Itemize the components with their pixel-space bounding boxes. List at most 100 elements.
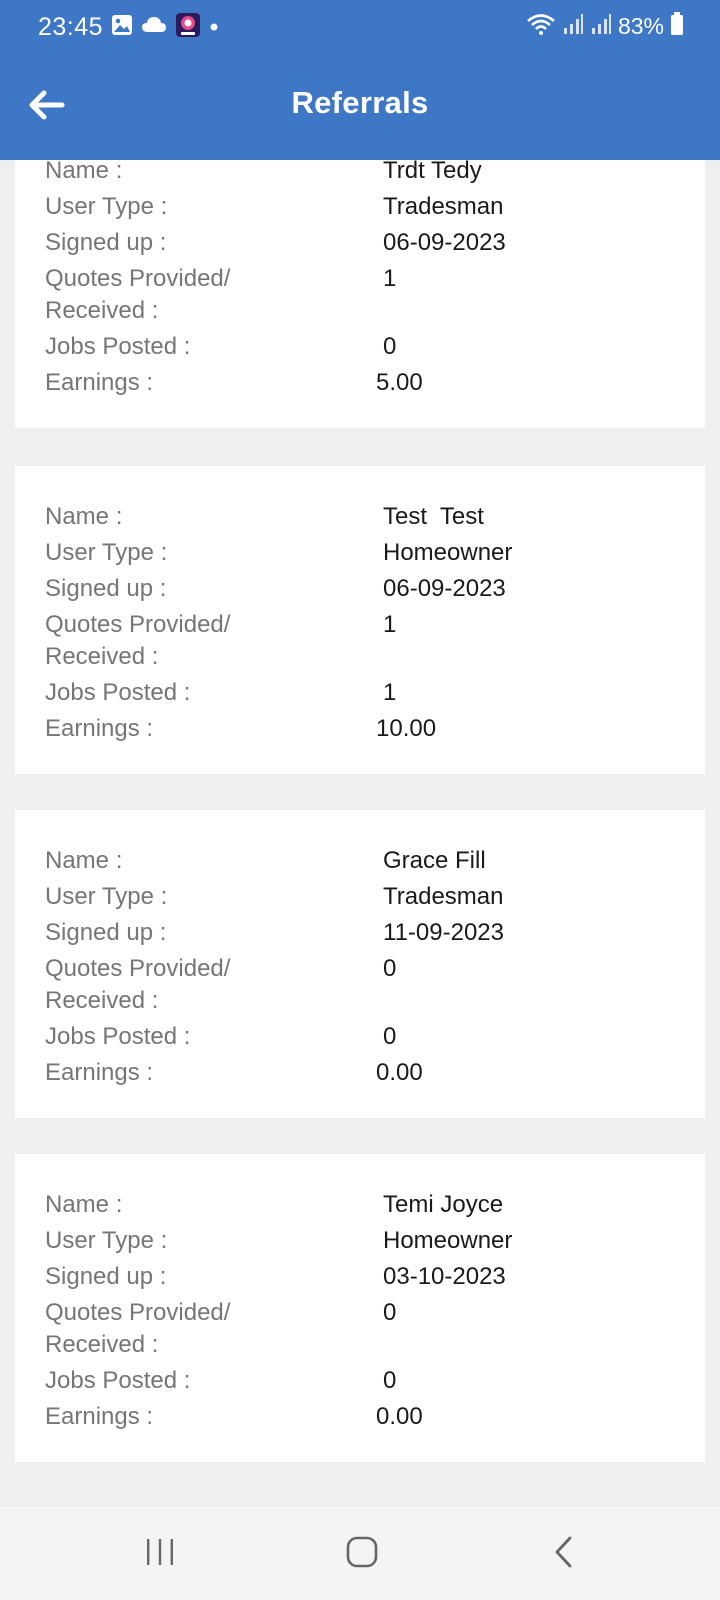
- jobs-posted-value: 0: [383, 1023, 397, 1050]
- referral-card: Name : Trdt Tedy User Type : Tradesman S…: [15, 160, 705, 428]
- quotes-row: Quotes Provided/ Received : 0: [45, 953, 675, 1021]
- referrals-list[interactable]: Name : Trdt Tedy User Type : Tradesman S…: [0, 160, 720, 1507]
- earnings-value: 0.00: [376, 1059, 423, 1086]
- signed-up-row: Signed up : 06-09-2023: [45, 573, 675, 609]
- quotes-value: 1: [383, 265, 397, 292]
- user-type-row: User Type : Tradesman: [45, 191, 675, 227]
- name-row: Name : Trdt Tedy: [45, 160, 675, 191]
- referral-card: Name : Grace Fill User Type : Tradesman …: [15, 810, 705, 1118]
- user-type-value: Tradesman: [383, 193, 504, 220]
- name-value: Grace Fill: [383, 847, 486, 874]
- app-bar: Referrals: [0, 55, 720, 160]
- quotes-label-line1: Quotes Provided/: [45, 611, 231, 638]
- home-button[interactable]: [332, 1532, 392, 1576]
- cloud-icon: [141, 15, 167, 40]
- name-label: Name :: [45, 847, 123, 874]
- page-title: Referrals: [291, 85, 429, 120]
- name-value: Temi Joyce: [383, 1191, 504, 1218]
- user-type-label: User Type :: [45, 539, 168, 566]
- signed-up-value: 06-09-2023: [383, 229, 506, 256]
- jobs-posted-label: Jobs Posted :: [45, 1367, 191, 1394]
- signal-icon: [590, 13, 612, 40]
- status-time: 23:45: [38, 13, 104, 41]
- quotes-row: Quotes Provided/ Received : 1: [45, 609, 675, 677]
- earnings-row: Earnings : 5.00: [45, 367, 675, 403]
- status-right: 83%: [526, 12, 684, 41]
- earnings-row: Earnings : 0.00: [45, 1057, 675, 1093]
- earnings-label: Earnings :: [45, 1059, 154, 1086]
- name-label: Name :: [45, 160, 123, 184]
- jobs-posted-value: 0: [383, 333, 397, 360]
- battery-percent: 83%: [617, 13, 664, 39]
- user-type-label: User Type :: [45, 193, 168, 220]
- system-back-button[interactable]: [534, 1532, 594, 1576]
- status-bar: 23:45 83%: [0, 0, 720, 55]
- signed-up-label: Signed up :: [45, 229, 167, 256]
- name-row: Name : Temi Joyce: [45, 1189, 675, 1225]
- signed-up-row: Signed up : 11-09-2023: [45, 917, 675, 953]
- earnings-label: Earnings :: [45, 715, 154, 742]
- earnings-row: Earnings : 0.00: [45, 1401, 675, 1437]
- status-left: 23:45: [38, 12, 219, 43]
- dot-icon: [209, 19, 219, 37]
- quotes-label-line2: Received :: [45, 297, 159, 324]
- earnings-value: 10.00: [376, 715, 437, 742]
- jobs-posted-label: Jobs Posted :: [45, 1023, 191, 1050]
- user-type-value: Tradesman: [383, 883, 504, 910]
- name-label: Name :: [45, 1191, 123, 1218]
- back-icon: [552, 1535, 576, 1574]
- jobs-posted-label: Jobs Posted :: [45, 333, 191, 360]
- jobs-posted-value: 0: [383, 1367, 397, 1394]
- jobs-posted-row: Jobs Posted : 0: [45, 1021, 675, 1057]
- signed-up-value: 11-09-2023: [383, 919, 504, 946]
- quotes-row: Quotes Provided/ Received : 1: [45, 263, 675, 331]
- name-label: Name :: [45, 503, 123, 530]
- home-icon: [345, 1535, 379, 1574]
- earnings-row: Earnings : 10.00: [45, 713, 675, 749]
- app-notification-icon: [175, 12, 201, 43]
- recent-apps-button[interactable]: [130, 1532, 190, 1576]
- jobs-posted-row: Jobs Posted : 0: [45, 331, 675, 367]
- quotes-label-line1: Quotes Provided/: [45, 265, 231, 292]
- referral-card: Name : Temi Joyce User Type : Homeowner …: [15, 1154, 705, 1462]
- jobs-posted-value: 1: [383, 679, 397, 706]
- signed-up-row: Signed up : 03-10-2023: [45, 1261, 675, 1297]
- signed-up-row: Signed up : 06-09-2023: [45, 227, 675, 263]
- referral-card: Name : Test Test User Type : Homeowner S…: [15, 466, 705, 774]
- user-type-row: User Type : Tradesman: [45, 881, 675, 917]
- recent-apps-icon: [144, 1537, 176, 1572]
- quotes-value: 0: [383, 1299, 397, 1326]
- user-type-value: Homeowner: [383, 1227, 513, 1254]
- quotes-label-line2: Received :: [45, 987, 159, 1014]
- jobs-posted-row: Jobs Posted : 0: [45, 1365, 675, 1401]
- system-nav-bar: [0, 1507, 720, 1600]
- signed-up-label: Signed up :: [45, 1263, 167, 1290]
- quotes-value: 0: [383, 955, 397, 982]
- name-row: Name : Test Test: [45, 501, 675, 537]
- quotes-label-line2: Received :: [45, 1331, 159, 1358]
- user-type-label: User Type :: [45, 1227, 168, 1254]
- signed-up-value: 06-09-2023: [383, 575, 506, 602]
- earnings-label: Earnings :: [45, 1403, 154, 1430]
- user-type-row: User Type : Homeowner: [45, 1225, 675, 1261]
- battery-icon: [670, 12, 684, 41]
- image-icon: [111, 14, 133, 41]
- signal-icon: [562, 13, 584, 40]
- quotes-label-line1: Quotes Provided/: [45, 1299, 231, 1326]
- signed-up-value: 03-10-2023: [383, 1263, 506, 1290]
- signed-up-label: Signed up :: [45, 919, 167, 946]
- quotes-label-line1: Quotes Provided/: [45, 955, 231, 982]
- signed-up-label: Signed up :: [45, 575, 167, 602]
- quotes-row: Quotes Provided/ Received : 0: [45, 1297, 675, 1365]
- name-value: Test Test: [383, 503, 484, 530]
- jobs-posted-row: Jobs Posted : 1: [45, 677, 675, 713]
- name-value: Trdt Tedy: [383, 160, 482, 184]
- user-type-row: User Type : Homeowner: [45, 537, 675, 573]
- wifi-icon: [526, 12, 556, 41]
- earnings-value: 5.00: [376, 369, 423, 396]
- user-type-value: Homeowner: [383, 539, 513, 566]
- name-row: Name : Grace Fill: [45, 845, 675, 881]
- jobs-posted-label: Jobs Posted :: [45, 679, 191, 706]
- earnings-value: 0.00: [376, 1403, 423, 1430]
- quotes-value: 1: [383, 611, 397, 638]
